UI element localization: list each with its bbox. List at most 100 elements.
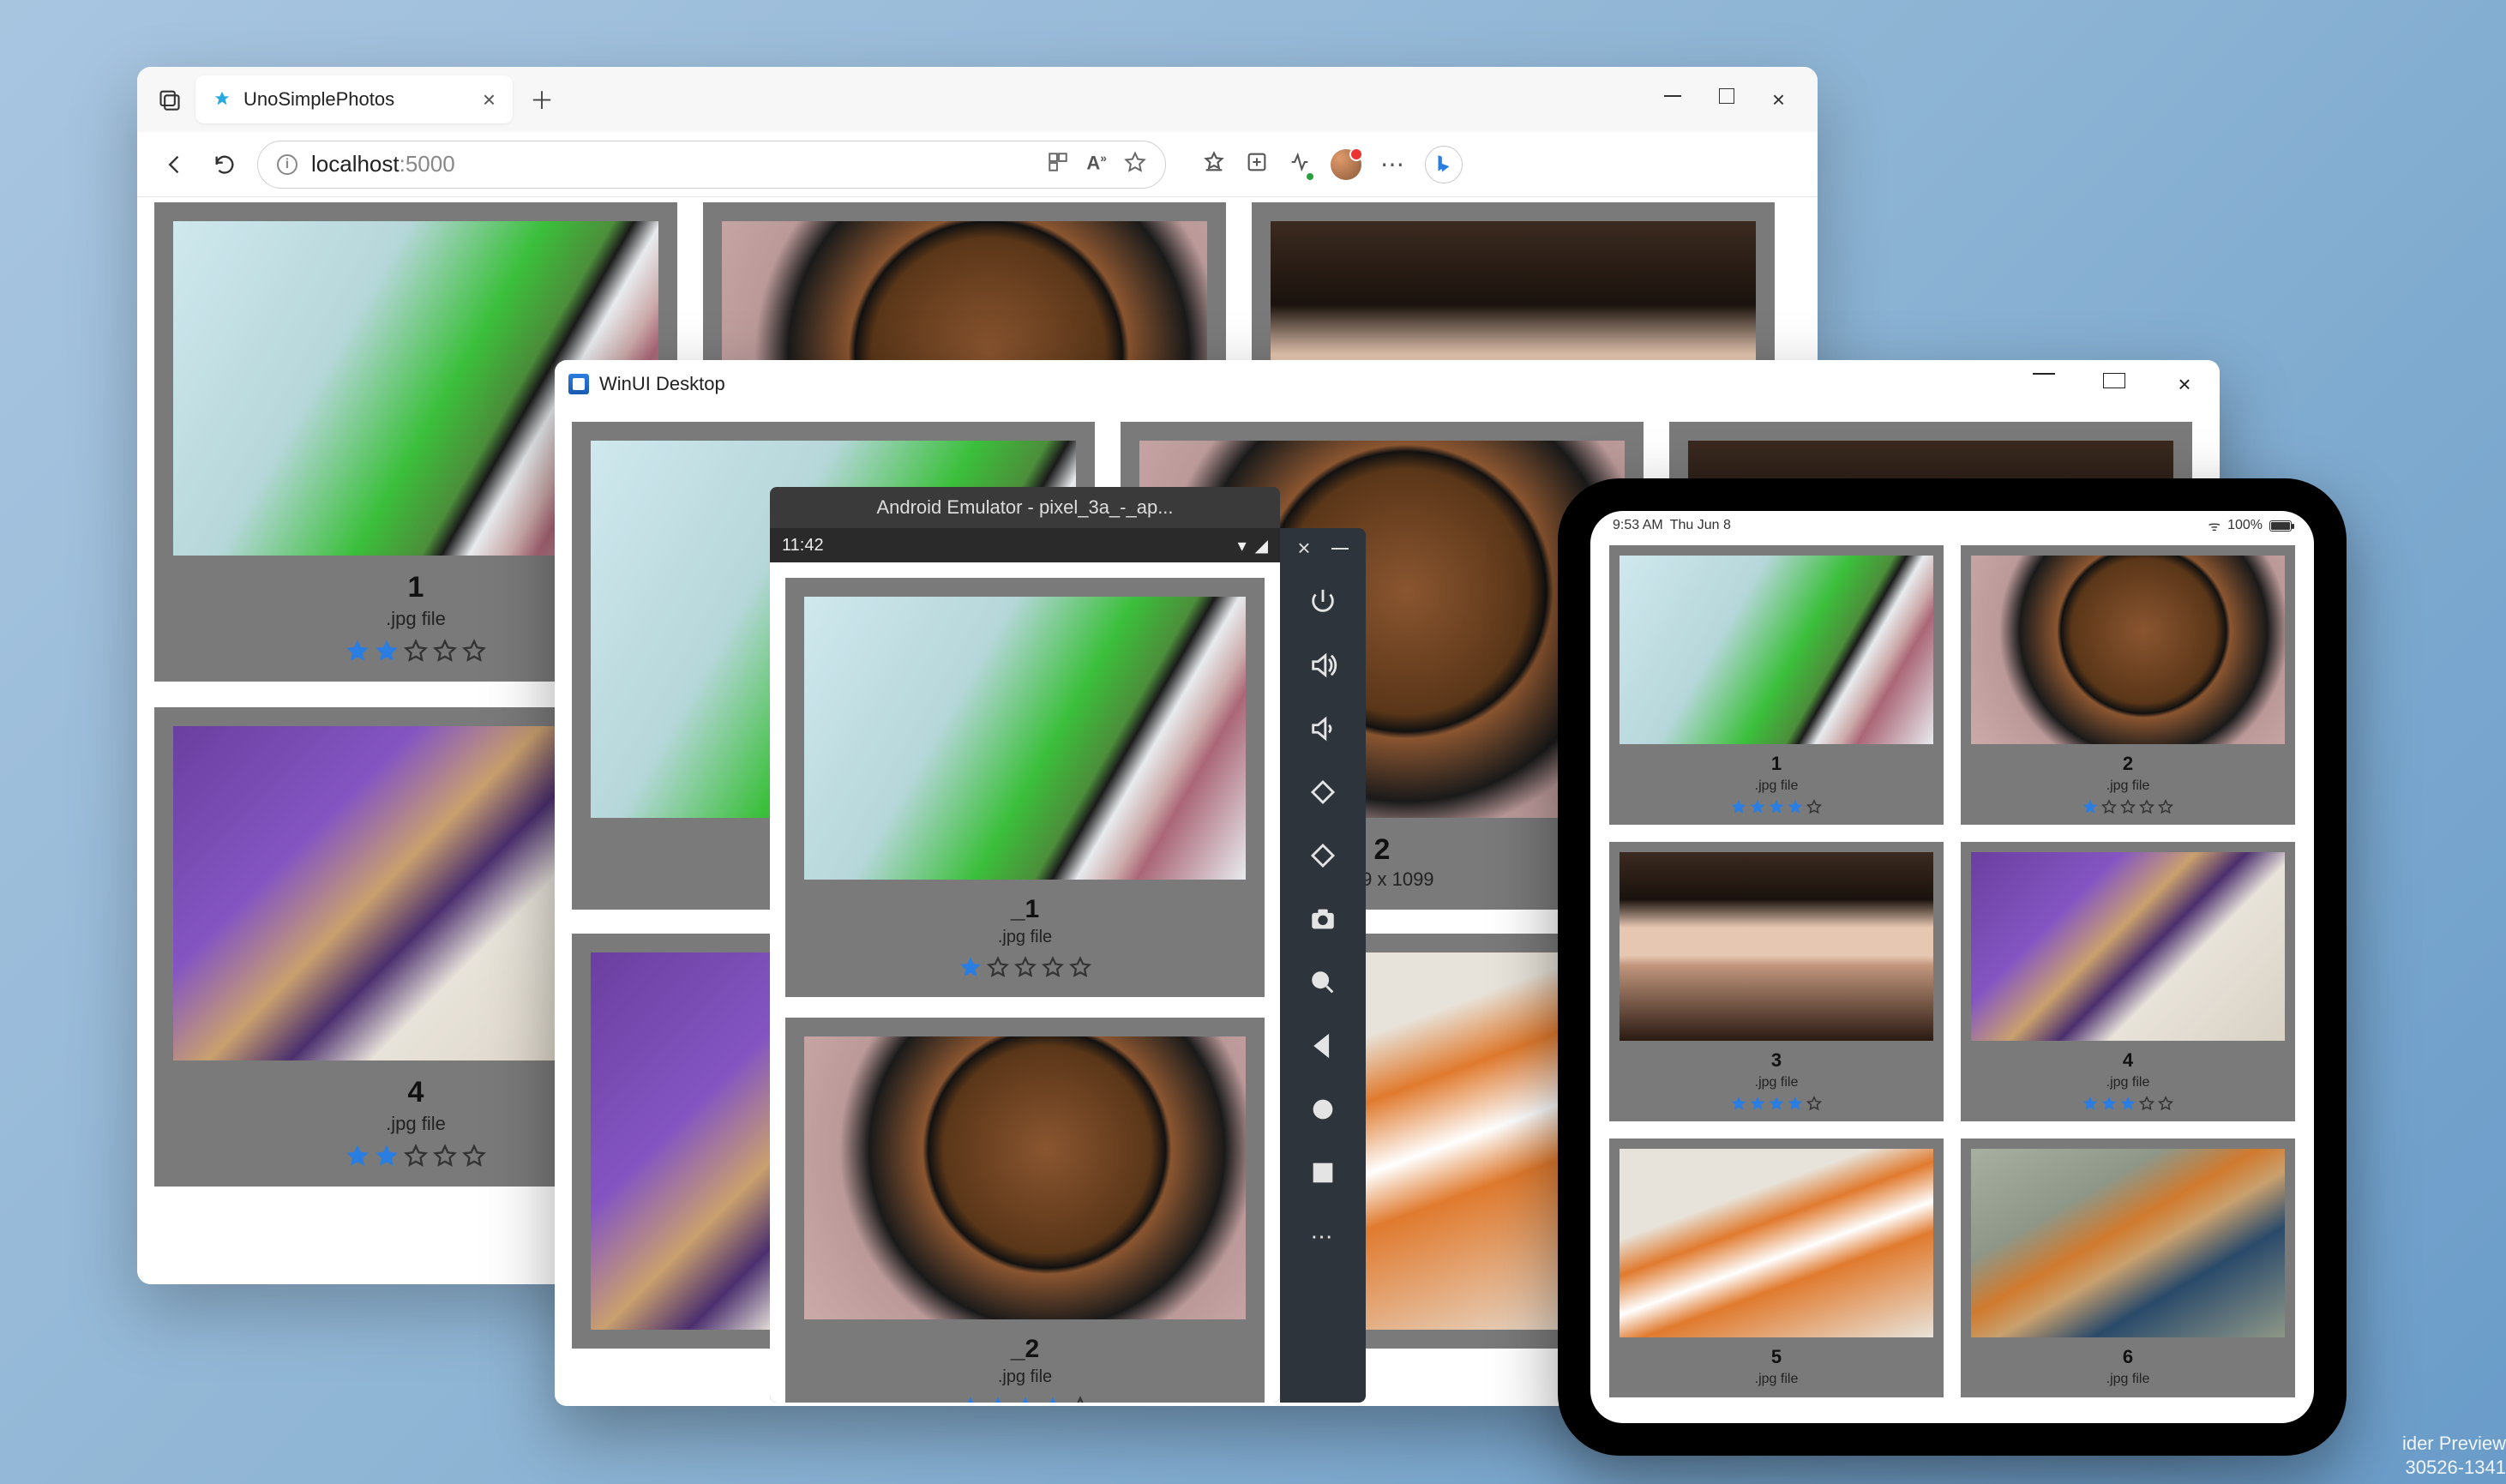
back-button[interactable] (1304, 1027, 1342, 1065)
photo-card[interactable]: _1 .jpg file (785, 578, 1265, 997)
tab-favicon-icon (213, 90, 231, 109)
rating-stars[interactable] (346, 1144, 486, 1168)
photo-filetype: .jpg file (1755, 1075, 1799, 1090)
android-content: _1 .jpg file _2 .jpg file (770, 562, 1280, 1403)
winui-titlebar: WinUI Desktop × (555, 360, 2220, 408)
watermark: ider Preview 30526-1341 (2402, 1432, 2506, 1481)
photo-thumbnail (1971, 556, 2285, 744)
photo-filetype: .jpg file (2106, 778, 2150, 794)
performance-icon[interactable] (1288, 150, 1312, 178)
battery-label: 100% (2227, 518, 2263, 533)
photo-filetype: .jpg file (998, 928, 1052, 947)
favorites-bar-icon[interactable] (1202, 150, 1226, 178)
extensions-icon[interactable] (1047, 151, 1069, 177)
photo-card[interactable]: 1 .jpg file (1609, 545, 1944, 825)
tab-title: UnoSimplePhotos (243, 88, 471, 111)
refresh-button[interactable] (207, 147, 242, 182)
ipad-statusbar: 9:53 AM Thu Jun 8 ᯤ 100% (1590, 511, 2314, 540)
android-statusbar: 11:42 ▾ ◢ (770, 528, 1280, 562)
photo-thumbnail (1971, 852, 2285, 1041)
rating-stars[interactable] (1731, 1096, 1822, 1111)
collections-icon[interactable] (1245, 150, 1269, 178)
photo-title: 1 (408, 571, 424, 604)
overview-button[interactable] (1304, 1154, 1342, 1192)
photo-filetype: .jpg file (2106, 1372, 2150, 1387)
home-button[interactable] (1304, 1090, 1342, 1128)
profile-avatar[interactable] (1331, 149, 1361, 180)
winui-title: WinUI Desktop (599, 373, 725, 395)
photo-title: _2 (1011, 1335, 1039, 1364)
bing-button[interactable] (1425, 146, 1463, 183)
photo-card[interactable]: 3 .jpg file (1609, 842, 1944, 1121)
signal-icon: ◢ (1255, 535, 1268, 556)
photo-title: 6 (2123, 1346, 2133, 1368)
photo-title: 4 (408, 1076, 424, 1109)
ipad-date: Thu Jun 8 (1670, 518, 1731, 533)
photo-card[interactable]: 5 .jpg file (1609, 1139, 1944, 1397)
rotate-right-button[interactable] (1304, 837, 1342, 874)
photo-thumbnail (1620, 852, 1933, 1041)
photo-title: 4 (2123, 1049, 2133, 1072)
rating-stars[interactable] (959, 1396, 1091, 1403)
back-button[interactable] (158, 147, 192, 182)
zoom-button[interactable] (1304, 964, 1342, 1001)
browser-toolbar: i localhost:5000 A» ⋯ (137, 132, 1818, 197)
rating-stars[interactable] (959, 956, 1091, 978)
rotate-left-button[interactable] (1304, 773, 1342, 811)
minimize-button[interactable] (1664, 88, 1681, 111)
rating-stars[interactable] (2082, 799, 2173, 814)
winui-app-icon (568, 374, 589, 394)
browser-window-controls: × (1664, 88, 1811, 111)
site-info-icon[interactable]: i (277, 154, 297, 175)
wifi-icon: ᯤ (2208, 516, 2221, 535)
address-bar[interactable]: i localhost:5000 A» (257, 141, 1166, 189)
power-button[interactable] (1304, 583, 1342, 621)
photo-filetype: .jpg file (2106, 1075, 2150, 1090)
android-clock: 11:42 (782, 536, 824, 556)
ipad-device: 9:53 AM Thu Jun 8 ᯤ 100% 1 .jpg file 2 .… (1558, 478, 2347, 1456)
new-tab-button[interactable]: ＋ (530, 82, 554, 117)
photo-thumbnail (1620, 1149, 1933, 1337)
photo-thumbnail (1971, 1149, 2285, 1337)
close-button[interactable]: × (1772, 88, 1785, 111)
battery-icon (2269, 520, 2292, 532)
photo-filetype: .jpg file (386, 608, 446, 630)
photo-card[interactable]: _2 .jpg file (785, 1018, 1265, 1403)
photo-card[interactable]: 2 .jpg file (1961, 545, 2295, 825)
close-button[interactable]: × (2173, 373, 2196, 395)
emulator-minimize-button[interactable] (1331, 537, 1349, 559)
maximize-button[interactable] (2103, 373, 2125, 395)
menu-icon[interactable]: ⋯ (1380, 150, 1406, 178)
volume-down-button[interactable] (1304, 710, 1342, 748)
ipad-clock: 9:53 AM (1613, 518, 1663, 533)
photo-title: 2 (2123, 753, 2133, 775)
screenshot-button[interactable] (1304, 900, 1342, 938)
photo-thumbnail (804, 1036, 1246, 1319)
volume-up-button[interactable] (1304, 646, 1342, 684)
url-text: localhost:5000 (311, 151, 455, 177)
rating-stars[interactable] (2082, 1096, 2173, 1111)
rating-stars[interactable] (1731, 799, 1822, 814)
photo-thumbnail (804, 597, 1246, 880)
emulator-close-button[interactable]: × (1297, 537, 1310, 559)
winui-window-controls: × (2033, 373, 2206, 395)
photo-filetype: .jpg file (386, 1113, 446, 1135)
android-title: Android Emulator - pixel_3a_-_ap... (876, 496, 1173, 519)
read-aloud-icon[interactable]: A» (1086, 151, 1107, 177)
android-emulator-toolbar: × ⋯ (1280, 528, 1366, 1403)
maximize-button[interactable] (1719, 88, 1734, 111)
photo-card[interactable]: 4 .jpg file (1961, 842, 2295, 1121)
minimize-button[interactable] (2033, 373, 2055, 395)
android-screen: 11:42 ▾ ◢ _1 .jpg file _ (770, 528, 1280, 1403)
photo-title: 5 (1771, 1346, 1782, 1368)
tab-close-icon[interactable]: × (483, 88, 496, 111)
rating-stars[interactable] (346, 639, 486, 663)
photo-card[interactable]: 6 .jpg file (1961, 1139, 2295, 1397)
browser-tabstrip: UnoSimplePhotos × ＋ × (137, 67, 1818, 132)
tab-actions-icon[interactable] (144, 87, 195, 111)
favorite-icon[interactable] (1124, 151, 1146, 177)
more-button[interactable]: ⋯ (1304, 1217, 1342, 1255)
ipad-content: 1 .jpg file 2 .jpg file 3 .jpg file (1590, 540, 2314, 1403)
photo-filetype: .jpg file (1755, 1372, 1799, 1387)
browser-tab[interactable]: UnoSimplePhotos × (195, 75, 513, 123)
